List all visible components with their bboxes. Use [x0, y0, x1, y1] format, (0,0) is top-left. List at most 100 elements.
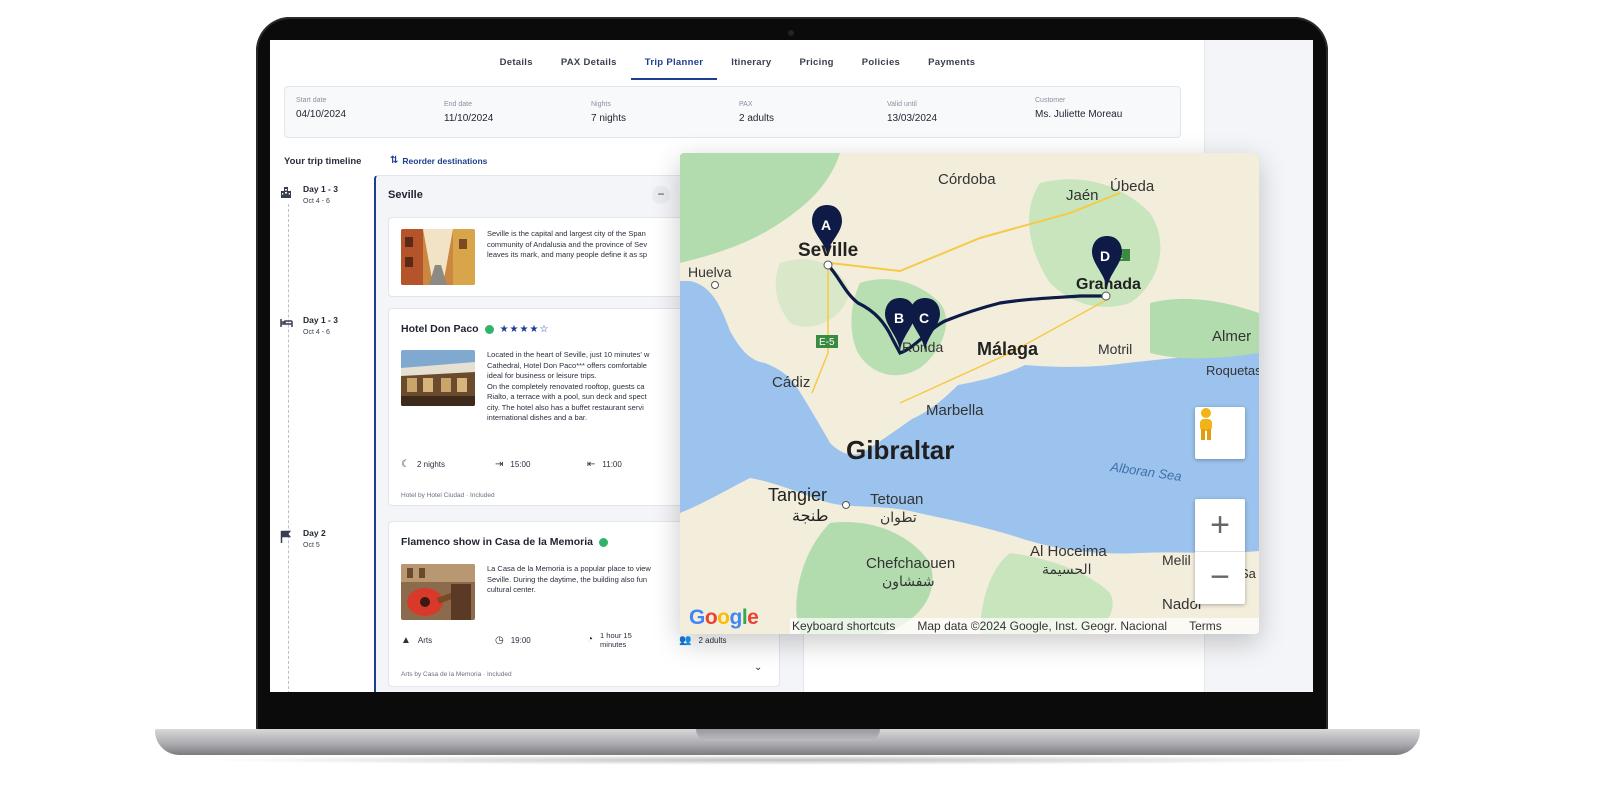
- activity-time: ◷ 19:00: [495, 635, 531, 646]
- pax-text: 2 adults: [698, 636, 727, 645]
- reorder-icon: ⇅: [390, 155, 399, 166]
- people-icon: 👥: [679, 635, 692, 646]
- activity-provider: Arts by Casa de la Memoria · Included: [401, 671, 512, 678]
- marker-label: C: [919, 310, 929, 326]
- city-icon: [280, 186, 294, 200]
- duration-text: 1 hour 15 minutes: [600, 631, 632, 649]
- tab-details[interactable]: Details: [486, 40, 547, 80]
- google-logo: Google: [689, 606, 759, 629]
- valid-until-value: 13/03/2024: [887, 113, 938, 124]
- start-date-label: Start date: [296, 97, 327, 104]
- summary-customer: Customer Ms. Juliette Moreau: [1035, 97, 1122, 120]
- nights-value: 7 nights: [591, 113, 627, 124]
- zoom-controls: + −: [1195, 499, 1245, 604]
- status-dot: [484, 324, 494, 334]
- pax-label: PAX: [739, 101, 753, 108]
- checkin-text: 15:00: [510, 460, 531, 469]
- timeline-title: Your trip timeline: [284, 156, 362, 167]
- shapes-icon: ▲: [401, 635, 411, 646]
- terms-link[interactable]: Terms: [1189, 619, 1222, 633]
- included-badge: Included: [470, 492, 495, 499]
- hotel-checkout: ⇤ 11:00: [587, 459, 622, 470]
- city-label: Jaén: [1066, 187, 1099, 204]
- marker-label: B: [894, 310, 904, 326]
- provider-name: Arts by Casa de la Memoria: [401, 671, 482, 678]
- summary-nights: Nights 7 nights: [591, 101, 626, 124]
- category-text: Arts: [417, 636, 433, 645]
- city-label: Motril: [1098, 341, 1132, 357]
- marker-label: D: [1100, 248, 1110, 264]
- end-date-label: End date: [444, 101, 473, 108]
- status-dot: [598, 537, 608, 547]
- tab-pricing[interactable]: Pricing: [785, 40, 847, 80]
- summary-end-date: End date 11/10/2024: [444, 101, 493, 124]
- zoom-out-button[interactable]: −: [1195, 552, 1245, 604]
- start-date-value: 04/10/2024: [296, 109, 347, 120]
- city-label: Huelva: [688, 264, 732, 280]
- tab-pax-details[interactable]: PAX Details: [547, 40, 631, 80]
- camera: [788, 30, 794, 36]
- collapse-button[interactable]: −: [652, 186, 670, 204]
- hotel-stars: ★★★★☆: [499, 323, 550, 335]
- city-label: Úbeda: [1110, 178, 1155, 195]
- destination-title: Seville: [388, 189, 423, 201]
- valid-until-label: Valid until: [887, 101, 917, 108]
- city-label: شفشاون: [882, 574, 935, 590]
- city-label: Al Hoceima: [1030, 543, 1107, 560]
- pax-value: 2 adults: [739, 113, 775, 124]
- city-label: تطوان: [880, 510, 917, 526]
- keyboard-shortcuts-link[interactable]: Keyboard shortcuts: [792, 619, 895, 633]
- tab-itinerary[interactable]: Itinerary: [717, 40, 785, 80]
- end-date-value: 11/10/2024: [444, 113, 494, 124]
- city-label: Gibraltar: [846, 435, 954, 465]
- seville-street-image: [401, 229, 475, 285]
- reorder-label: Reorder destinations: [402, 155, 488, 166]
- check-in-icon: ⇥: [495, 459, 504, 470]
- city-label: Melil: [1162, 552, 1191, 568]
- city-label: Cádiz: [772, 374, 810, 391]
- activity-pax: 👥 2 adults: [679, 635, 726, 646]
- city-label: Córdoba: [938, 171, 996, 188]
- route-map[interactable]: Córdoba Jaén Úbeda Seville Huelva Granad…: [680, 153, 1259, 634]
- customer-label: Customer: [1035, 97, 1066, 104]
- hotel-nights: ☾ 2 nights: [401, 459, 445, 470]
- city-dot: [842, 501, 850, 509]
- timeline-line: [288, 204, 289, 692]
- day-range: Day 1 - 3: [303, 315, 338, 325]
- activity-duration: ◔ 1 hour 15 minutes: [587, 631, 632, 649]
- reorder-destinations-button[interactable]: ⇅ Reorder destinations: [390, 155, 487, 166]
- summary-pax: PAX 2 adults: [739, 101, 774, 124]
- chevron-down-icon[interactable]: ⌄: [754, 662, 762, 673]
- summary-valid-until: Valid until 13/03/2024: [887, 101, 937, 124]
- flag-icon: [280, 530, 294, 544]
- nights-label: Nights: [591, 101, 611, 108]
- tab-bar: Details PAX Details Trip Planner Itinera…: [270, 40, 1205, 80]
- city-dot: [1101, 291, 1111, 301]
- activity-category: ▲ Arts: [401, 635, 432, 646]
- day-dates: Oct 5: [303, 542, 320, 549]
- hotel-name: Hotel Don Paco: [401, 323, 479, 335]
- provider-name: Hotel by Hotel Ciudad: [401, 492, 465, 499]
- zoom-in-button[interactable]: +: [1195, 500, 1245, 552]
- map-attribution: Keyboard shortcuts Map data ©2024 Google…: [790, 618, 1259, 634]
- activity-title: Flamenco show in Casa de la Memoria: [401, 536, 608, 548]
- street-view-button[interactable]: [1195, 407, 1245, 459]
- activity-name: Flamenco show in Casa de la Memoria: [401, 536, 593, 548]
- tab-payments[interactable]: Payments: [914, 40, 989, 80]
- city-label: Almer: [1212, 328, 1251, 345]
- city-label: Tetouan: [870, 491, 923, 508]
- city-label: الحسيمة: [1042, 562, 1092, 578]
- checkout-text: 11:00: [602, 460, 622, 469]
- summary-start-date: Start date 04/10/2024: [296, 97, 346, 120]
- tab-policies[interactable]: Policies: [848, 40, 914, 80]
- check-out-icon: ⇤: [587, 459, 596, 470]
- hotel-checkin: ⇥ 15:00: [495, 459, 530, 470]
- city-label: Tangier: [768, 485, 827, 505]
- clock-icon: ◷: [495, 635, 504, 646]
- laptop-shadow: [190, 755, 1385, 765]
- city-dot: [823, 260, 833, 270]
- laptop-notch: [696, 729, 880, 741]
- tab-trip-planner[interactable]: Trip Planner: [630, 40, 718, 80]
- city-label: Marbella: [926, 402, 984, 419]
- bed-icon: [280, 317, 294, 331]
